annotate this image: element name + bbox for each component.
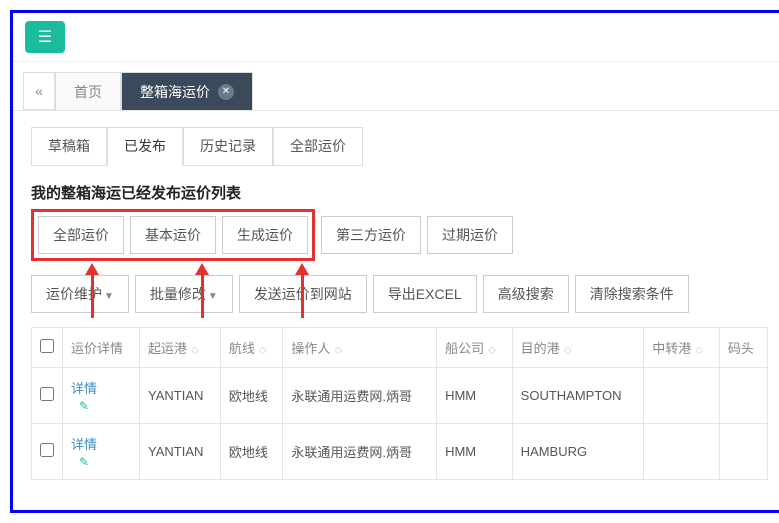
sort-icon: ◇ [488, 345, 496, 356]
hamburger-icon: ☰ [38, 27, 52, 47]
highlight-box: 全部运价 基本运价 生成运价 [31, 209, 315, 261]
row-checkbox[interactable] [40, 387, 54, 401]
tab-active[interactable]: 整箱海运价 ✕ [121, 72, 253, 110]
cell-operator: 永联通用运费网.炳哥 [283, 368, 437, 424]
filter-expired-button[interactable]: 过期运价 [427, 216, 513, 254]
col-carrier[interactable]: 船公司◇ [437, 328, 513, 368]
sort-icon: ◇ [695, 345, 703, 356]
close-icon[interactable]: ✕ [218, 84, 234, 100]
subtab-history[interactable]: 历史记录 [183, 127, 273, 166]
filter-basic-button[interactable]: 基本运价 [130, 216, 216, 254]
annotation-arrow [201, 268, 204, 318]
col-terminal[interactable]: 码头 [719, 328, 767, 368]
adv-search-button[interactable]: 高级搜索 [483, 275, 569, 313]
subtab-draft[interactable]: 草稿箱 [31, 127, 107, 166]
menu-toggle-button[interactable]: ☰ [25, 21, 65, 53]
filter-all-button[interactable]: 全部运价 [38, 216, 124, 254]
clear-search-button[interactable]: 清除搜索条件 [575, 275, 689, 313]
col-operator[interactable]: 操作人◇ [283, 328, 437, 368]
tab-active-label: 整箱海运价 [140, 73, 210, 111]
annotation-arrow [91, 268, 94, 318]
section-title: 我的整箱海运已经发布运价列表 [31, 182, 768, 203]
subtab-all-rates[interactable]: 全部运价 [273, 127, 363, 166]
cell-carrier: HMM [437, 368, 513, 424]
cell-pol: YANTIAN [140, 424, 221, 480]
sort-icon: ◇ [259, 345, 267, 356]
cell-pod: HAMBURG [512, 424, 644, 480]
tab-home-label: 首页 [74, 84, 102, 100]
rates-table: 运价详情 起运港◇ 航线◇ 操作人◇ 船公司◇ 目的港◇ 中转港◇ 码头 详情✎… [31, 327, 768, 480]
cell-pod: SOUTHAMPTON [512, 368, 644, 424]
col-detail: 运价详情 [63, 328, 140, 368]
select-all-checkbox[interactable] [40, 339, 54, 353]
cell-carrier: HMM [437, 424, 513, 480]
col-pod[interactable]: 目的港◇ [512, 328, 644, 368]
col-pol[interactable]: 起运港◇ [140, 328, 221, 368]
table-row: 详情✎ YANTIAN 欧地线 永联通用运费网.炳哥 HMM SOUTHAMPT… [32, 368, 768, 424]
col-via[interactable]: 中转港◇ [644, 328, 720, 368]
export-excel-button[interactable]: 导出EXCEL [373, 275, 477, 313]
sort-icon: ◇ [191, 345, 199, 356]
pencil-icon: ✎ [79, 455, 89, 469]
tab-home[interactable]: 首页 [55, 72, 121, 110]
col-lane[interactable]: 航线◇ [220, 328, 283, 368]
chevron-left-icon: « [35, 83, 43, 99]
row-checkbox[interactable] [40, 443, 54, 457]
annotation-arrow [301, 268, 304, 318]
filter-generated-button[interactable]: 生成运价 [222, 216, 308, 254]
back-button[interactable]: « [23, 72, 55, 110]
filter-thirdparty-button[interactable]: 第三方运价 [321, 216, 421, 254]
sort-icon: ◇ [334, 345, 342, 356]
detail-link[interactable]: 详情✎ [71, 434, 97, 469]
table-row: 详情✎ YANTIAN 欧地线 永联通用运费网.炳哥 HMM HAMBURG [32, 424, 768, 480]
caret-down-icon: ▼ [104, 291, 114, 302]
sort-icon: ◇ [564, 345, 572, 356]
pencil-icon: ✎ [79, 399, 89, 413]
batch-edit-button[interactable]: 批量修改▼ [135, 275, 233, 313]
cell-lane: 欧地线 [220, 424, 283, 480]
detail-link[interactable]: 详情✎ [71, 378, 97, 413]
subtab-published[interactable]: 已发布 [107, 127, 183, 166]
cell-lane: 欧地线 [220, 368, 283, 424]
maintain-button[interactable]: 运价维护▼ [31, 275, 129, 313]
caret-down-icon: ▼ [208, 291, 218, 302]
cell-operator: 永联通用运费网.炳哥 [283, 424, 437, 480]
cell-pol: YANTIAN [140, 368, 221, 424]
